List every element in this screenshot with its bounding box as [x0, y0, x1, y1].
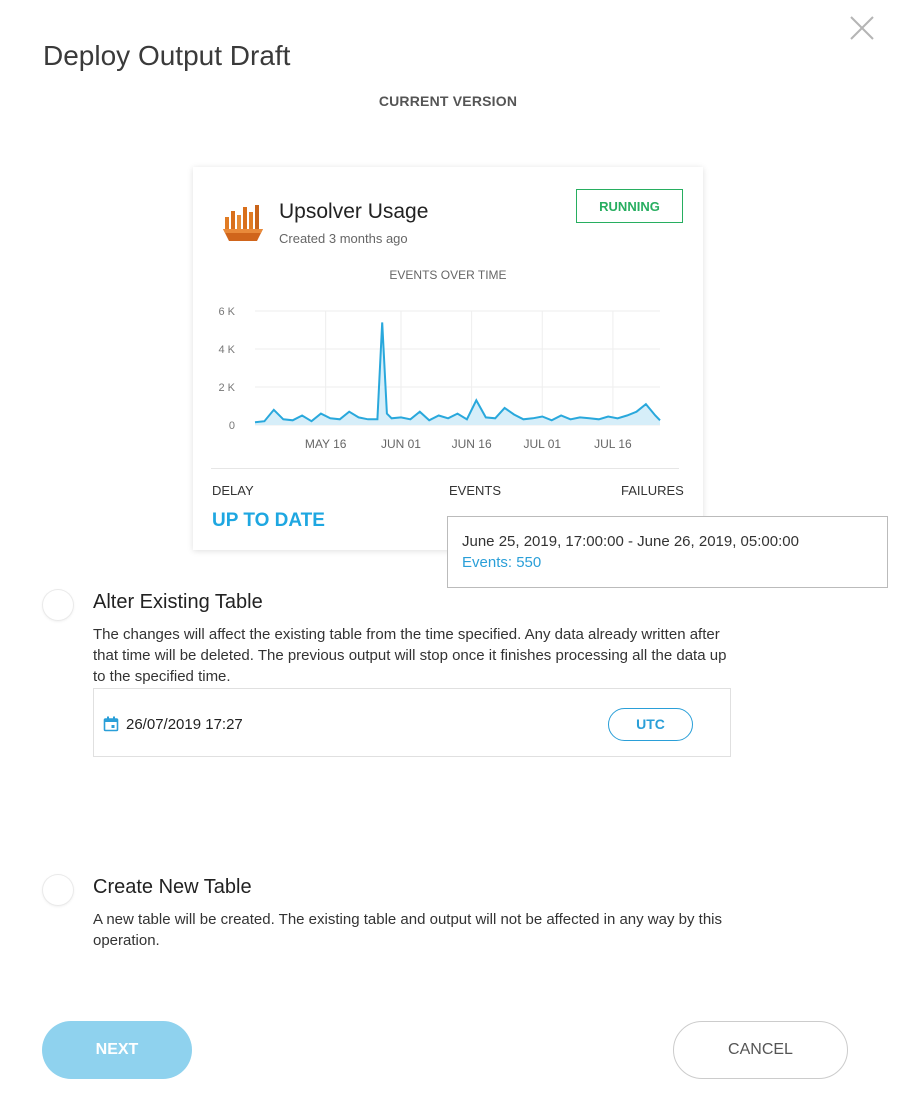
y-tick-label: 6 K: [218, 306, 235, 318]
x-tick-label: JUN 01: [381, 437, 421, 451]
dialog-title: Deploy Output Draft: [43, 40, 291, 71]
failures-label: FAILURES: [621, 483, 684, 498]
x-tick-label: JUN 16: [452, 437, 492, 451]
delay-value: UP TO DATE: [212, 510, 325, 531]
events-area: [255, 322, 660, 425]
section-label: CURRENT VERSION: [378, 93, 518, 109]
tooltip-range: June 25, 2019, 17:00:00 - June 26, 2019,…: [462, 533, 799, 550]
upsolver-logo-icon: [223, 205, 263, 241]
create-table-title: Create New Table: [93, 876, 252, 898]
output-card: Upsolver Usage Created 3 months ago RUNN…: [193, 167, 703, 550]
alter-table-radio[interactable]: [43, 590, 73, 620]
x-tick-label: MAY 16: [305, 437, 347, 451]
events-chart: 6 K 4 K 2 K 0 MAY 16 JUN 01 JUN 16 JUL 01 JUL 1…: [218, 306, 661, 451]
create-table-description: A new table will be created. The existin…: [93, 911, 722, 949]
status-badge: RUNNING: [576, 189, 683, 223]
y-tick-label: 2 K: [218, 382, 235, 394]
next-button[interactable]: NEXT: [42, 1021, 192, 1079]
chart-title: EVENTS OVER TIME: [389, 268, 507, 282]
start-date-value: 26/07/2019 17:27: [126, 716, 243, 733]
delay-label: DELAY: [212, 483, 254, 498]
calendar-icon: [103, 716, 119, 732]
close-icon[interactable]: [846, 12, 878, 44]
events-label: EVENTS: [449, 483, 502, 498]
created-date: Created 3 months ago: [279, 231, 408, 246]
timezone-button[interactable]: UTC: [608, 708, 693, 741]
events-line: [254, 322, 661, 424]
x-tick-label: JUL 16: [594, 437, 632, 451]
x-tick-label: JUL 01: [523, 437, 561, 451]
create-table-radio[interactable]: [43, 875, 73, 905]
card-divider: [211, 468, 679, 469]
alter-table-description: The changes will affect the existing tab…: [93, 626, 727, 685]
tooltip-events: Events: 550: [462, 554, 542, 571]
y-tick-label: 4 K: [218, 344, 235, 356]
output-name: Upsolver Usage: [279, 200, 429, 223]
y-tick-label: 0: [229, 420, 235, 432]
chart-tooltip: June 25, 2019, 17:00:00 - June 26, 2019,…: [447, 516, 888, 588]
cancel-button[interactable]: CANCEL: [673, 1021, 848, 1079]
alter-table-title: Alter Existing Table: [93, 591, 263, 613]
start-date-field[interactable]: 26/07/2019 17:27 UTC: [93, 688, 731, 757]
